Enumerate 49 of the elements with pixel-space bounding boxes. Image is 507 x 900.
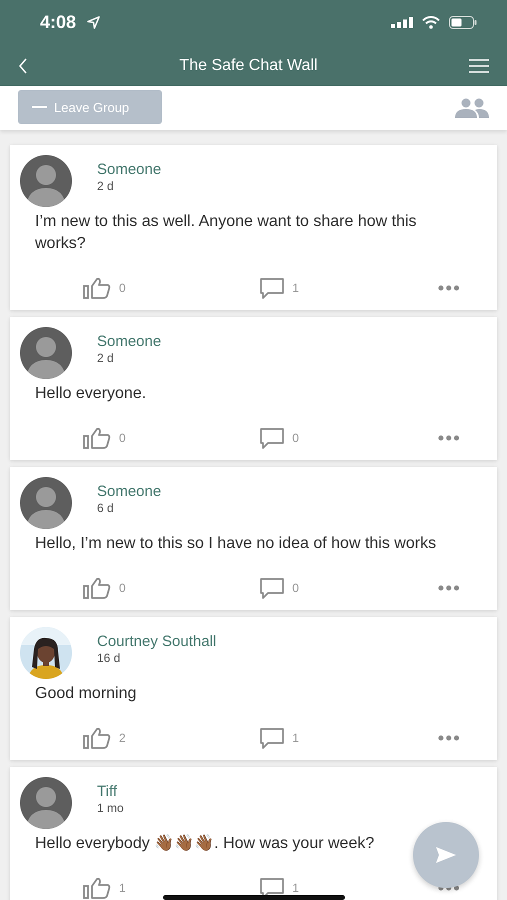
comment-count: 1 xyxy=(292,282,299,294)
comment-count: 0 xyxy=(292,432,299,444)
comment-count: 1 xyxy=(292,882,299,894)
post-time: 1 mo xyxy=(97,801,124,815)
author-name[interactable]: Someone xyxy=(97,161,162,179)
back-icon[interactable] xyxy=(18,58,28,74)
avatar-icon xyxy=(20,327,72,379)
post-text: Hello everyone. xyxy=(35,384,146,404)
members-icon[interactable] xyxy=(455,98,489,118)
like-count: 0 xyxy=(119,282,126,294)
post-text: Good morning xyxy=(35,684,136,704)
wifi-icon xyxy=(422,16,440,29)
page-title: The Safe Chat Wall xyxy=(178,56,319,74)
status-time: 4:08 xyxy=(40,12,76,33)
like-count: 0 xyxy=(119,582,126,594)
like-count: 2 xyxy=(119,732,126,744)
author-name[interactable]: Courtney Southall xyxy=(97,633,216,651)
location-arrow-icon xyxy=(87,16,100,29)
author-name[interactable]: Someone xyxy=(97,333,162,351)
thumbs-up-icon[interactable] xyxy=(83,727,111,749)
more-icon[interactable] xyxy=(438,735,459,741)
post-time: 6 d xyxy=(97,501,115,515)
more-icon[interactable] xyxy=(438,285,459,291)
more-icon[interactable] xyxy=(438,585,459,591)
signal-icon xyxy=(391,17,413,28)
post-time: 16 d xyxy=(97,651,122,665)
author-name[interactable]: Tiff xyxy=(97,783,124,801)
like-count: 1 xyxy=(119,882,126,894)
thumbs-up-icon[interactable] xyxy=(83,277,111,299)
post-time: 2 d xyxy=(97,179,115,193)
minus-icon xyxy=(32,106,47,108)
comment-count: 1 xyxy=(292,732,299,744)
avatar-icon xyxy=(20,155,72,207)
avatar-icon xyxy=(20,777,72,829)
comment-count: 0 xyxy=(292,582,299,594)
send-icon xyxy=(436,847,456,863)
more-icon[interactable] xyxy=(438,435,459,441)
author-name[interactable]: Someone xyxy=(97,483,162,501)
thumbs-up-icon[interactable] xyxy=(83,427,111,449)
post-time: 2 d xyxy=(97,351,115,365)
post-text: Hello everybody 👋🏾👋🏾👋🏾. How was your week? xyxy=(35,833,374,854)
thumbs-up-icon[interactable] xyxy=(83,577,111,599)
battery-icon xyxy=(449,16,477,29)
post-text: I’m new to this as well. Anyone want to share how this works? xyxy=(35,212,418,254)
avatar-icon xyxy=(20,477,72,529)
thumbs-up-icon[interactable] xyxy=(83,877,111,899)
like-count: 0 xyxy=(119,432,126,444)
menu-icon[interactable] xyxy=(469,58,489,72)
post-text: Hello, I’m new to this so I have no idea of how this works xyxy=(35,534,436,554)
